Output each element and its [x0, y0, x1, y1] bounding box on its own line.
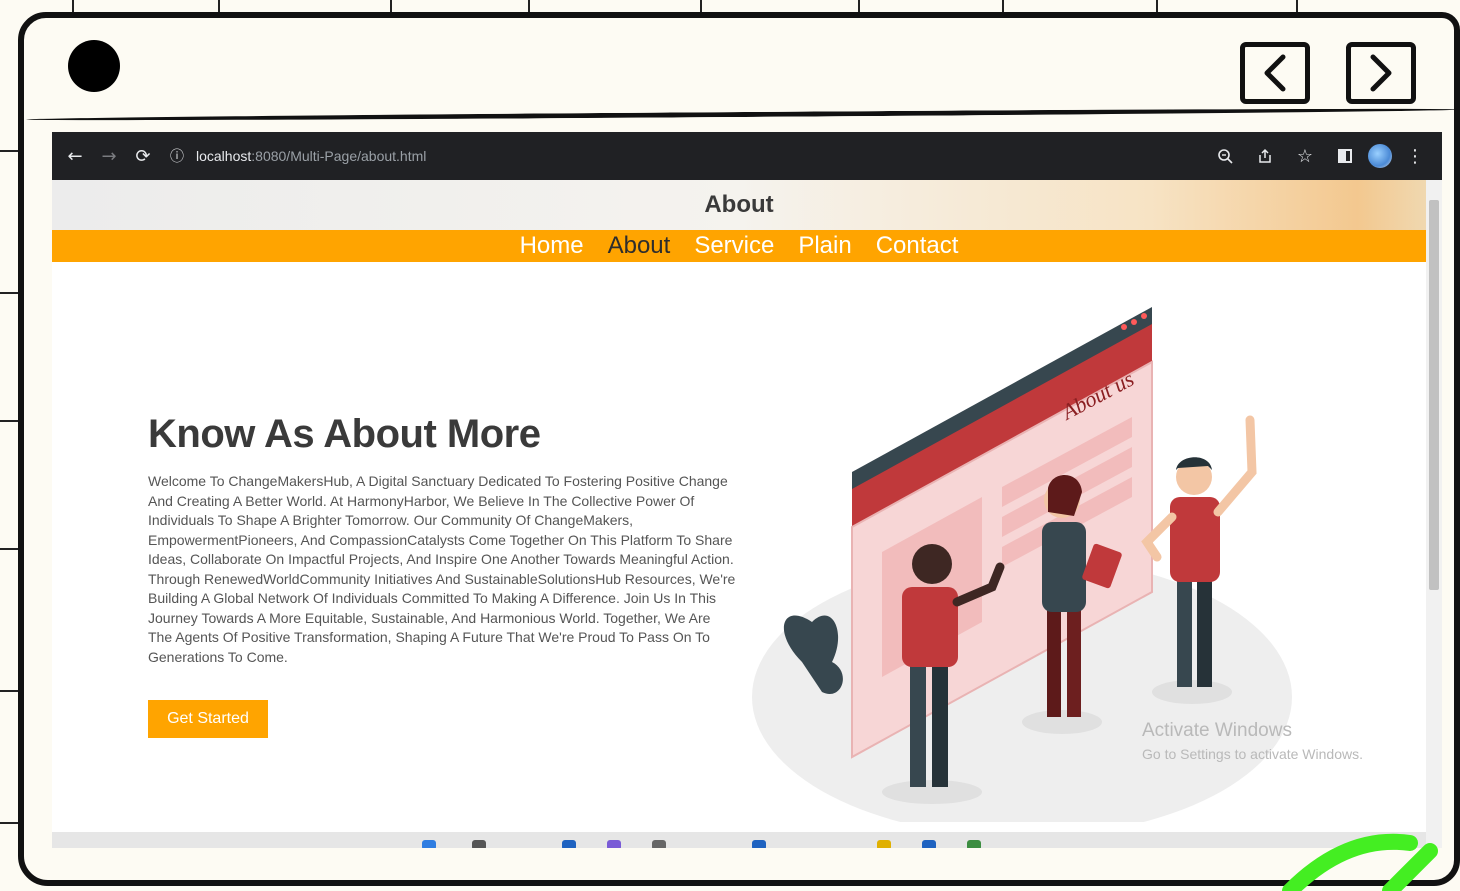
hero-description: Welcome To ChangeMakersHub, A Digital Sa…	[148, 473, 736, 665]
chevron-left-icon	[1264, 54, 1286, 92]
share-icon[interactable]	[1248, 139, 1282, 173]
forward-arrow-button[interactable]	[1346, 42, 1416, 104]
address-bar[interactable]: ⓘ localhost:8080/Multi-Page/about.html	[170, 139, 1322, 173]
browser-window: ← → ⟳ ⓘ localhost:8080/Multi-Page/about.…	[52, 132, 1442, 848]
browser-toolbar: ← → ⟳ ⓘ localhost:8080/Multi-Page/about.…	[52, 132, 1442, 180]
reload-icon[interactable]: ⟳	[126, 139, 160, 173]
get-started-button[interactable]: Get Started	[148, 700, 268, 738]
menu-kebab-icon[interactable]: ⋮	[1398, 139, 1432, 173]
watermark-subtitle: Go to Settings to activate Windows.	[1142, 746, 1363, 762]
nav-link-plain[interactable]: Plain	[798, 232, 851, 260]
info-icon[interactable]: ⓘ	[170, 146, 184, 166]
window-dot	[68, 40, 120, 92]
nav-link-service[interactable]: Service	[694, 232, 774, 260]
scroll-thumb[interactable]	[1429, 200, 1439, 590]
chevron-right-icon	[1370, 54, 1392, 92]
page-scrollbar[interactable]	[1426, 180, 1442, 848]
url-host: localhost	[196, 148, 252, 164]
nav-link-home[interactable]: Home	[520, 232, 584, 260]
nav-link-about[interactable]: About	[608, 232, 671, 260]
green-check-mark	[1282, 833, 1438, 891]
back-arrow-button[interactable]	[1240, 42, 1310, 104]
zoom-icon[interactable]	[1208, 139, 1242, 173]
browser-forward-icon[interactable]: →	[92, 139, 126, 173]
toolbar-actions: ☆ ⋮	[1208, 139, 1432, 173]
site-nav: Home About Service Plain Contact	[52, 230, 1426, 262]
hero-title: Know As About More	[148, 412, 541, 456]
taskbar-strip	[52, 832, 1426, 848]
site-header-title: About	[52, 180, 1426, 230]
url-path: :8080/Multi-Page/about.html	[251, 148, 427, 164]
browser-back-icon[interactable]: ←	[58, 139, 92, 173]
activate-windows-watermark: Activate Windows Go to Settings to activ…	[1142, 720, 1363, 762]
nav-link-contact[interactable]: Contact	[876, 232, 959, 260]
profile-avatar[interactable]	[1368, 144, 1392, 168]
side-panel-icon[interactable]	[1328, 139, 1362, 173]
watermark-title: Activate Windows	[1142, 720, 1292, 741]
web-page: About Home About Service Plain Contact K…	[52, 180, 1426, 848]
bookmark-star-icon[interactable]: ☆	[1288, 139, 1322, 173]
